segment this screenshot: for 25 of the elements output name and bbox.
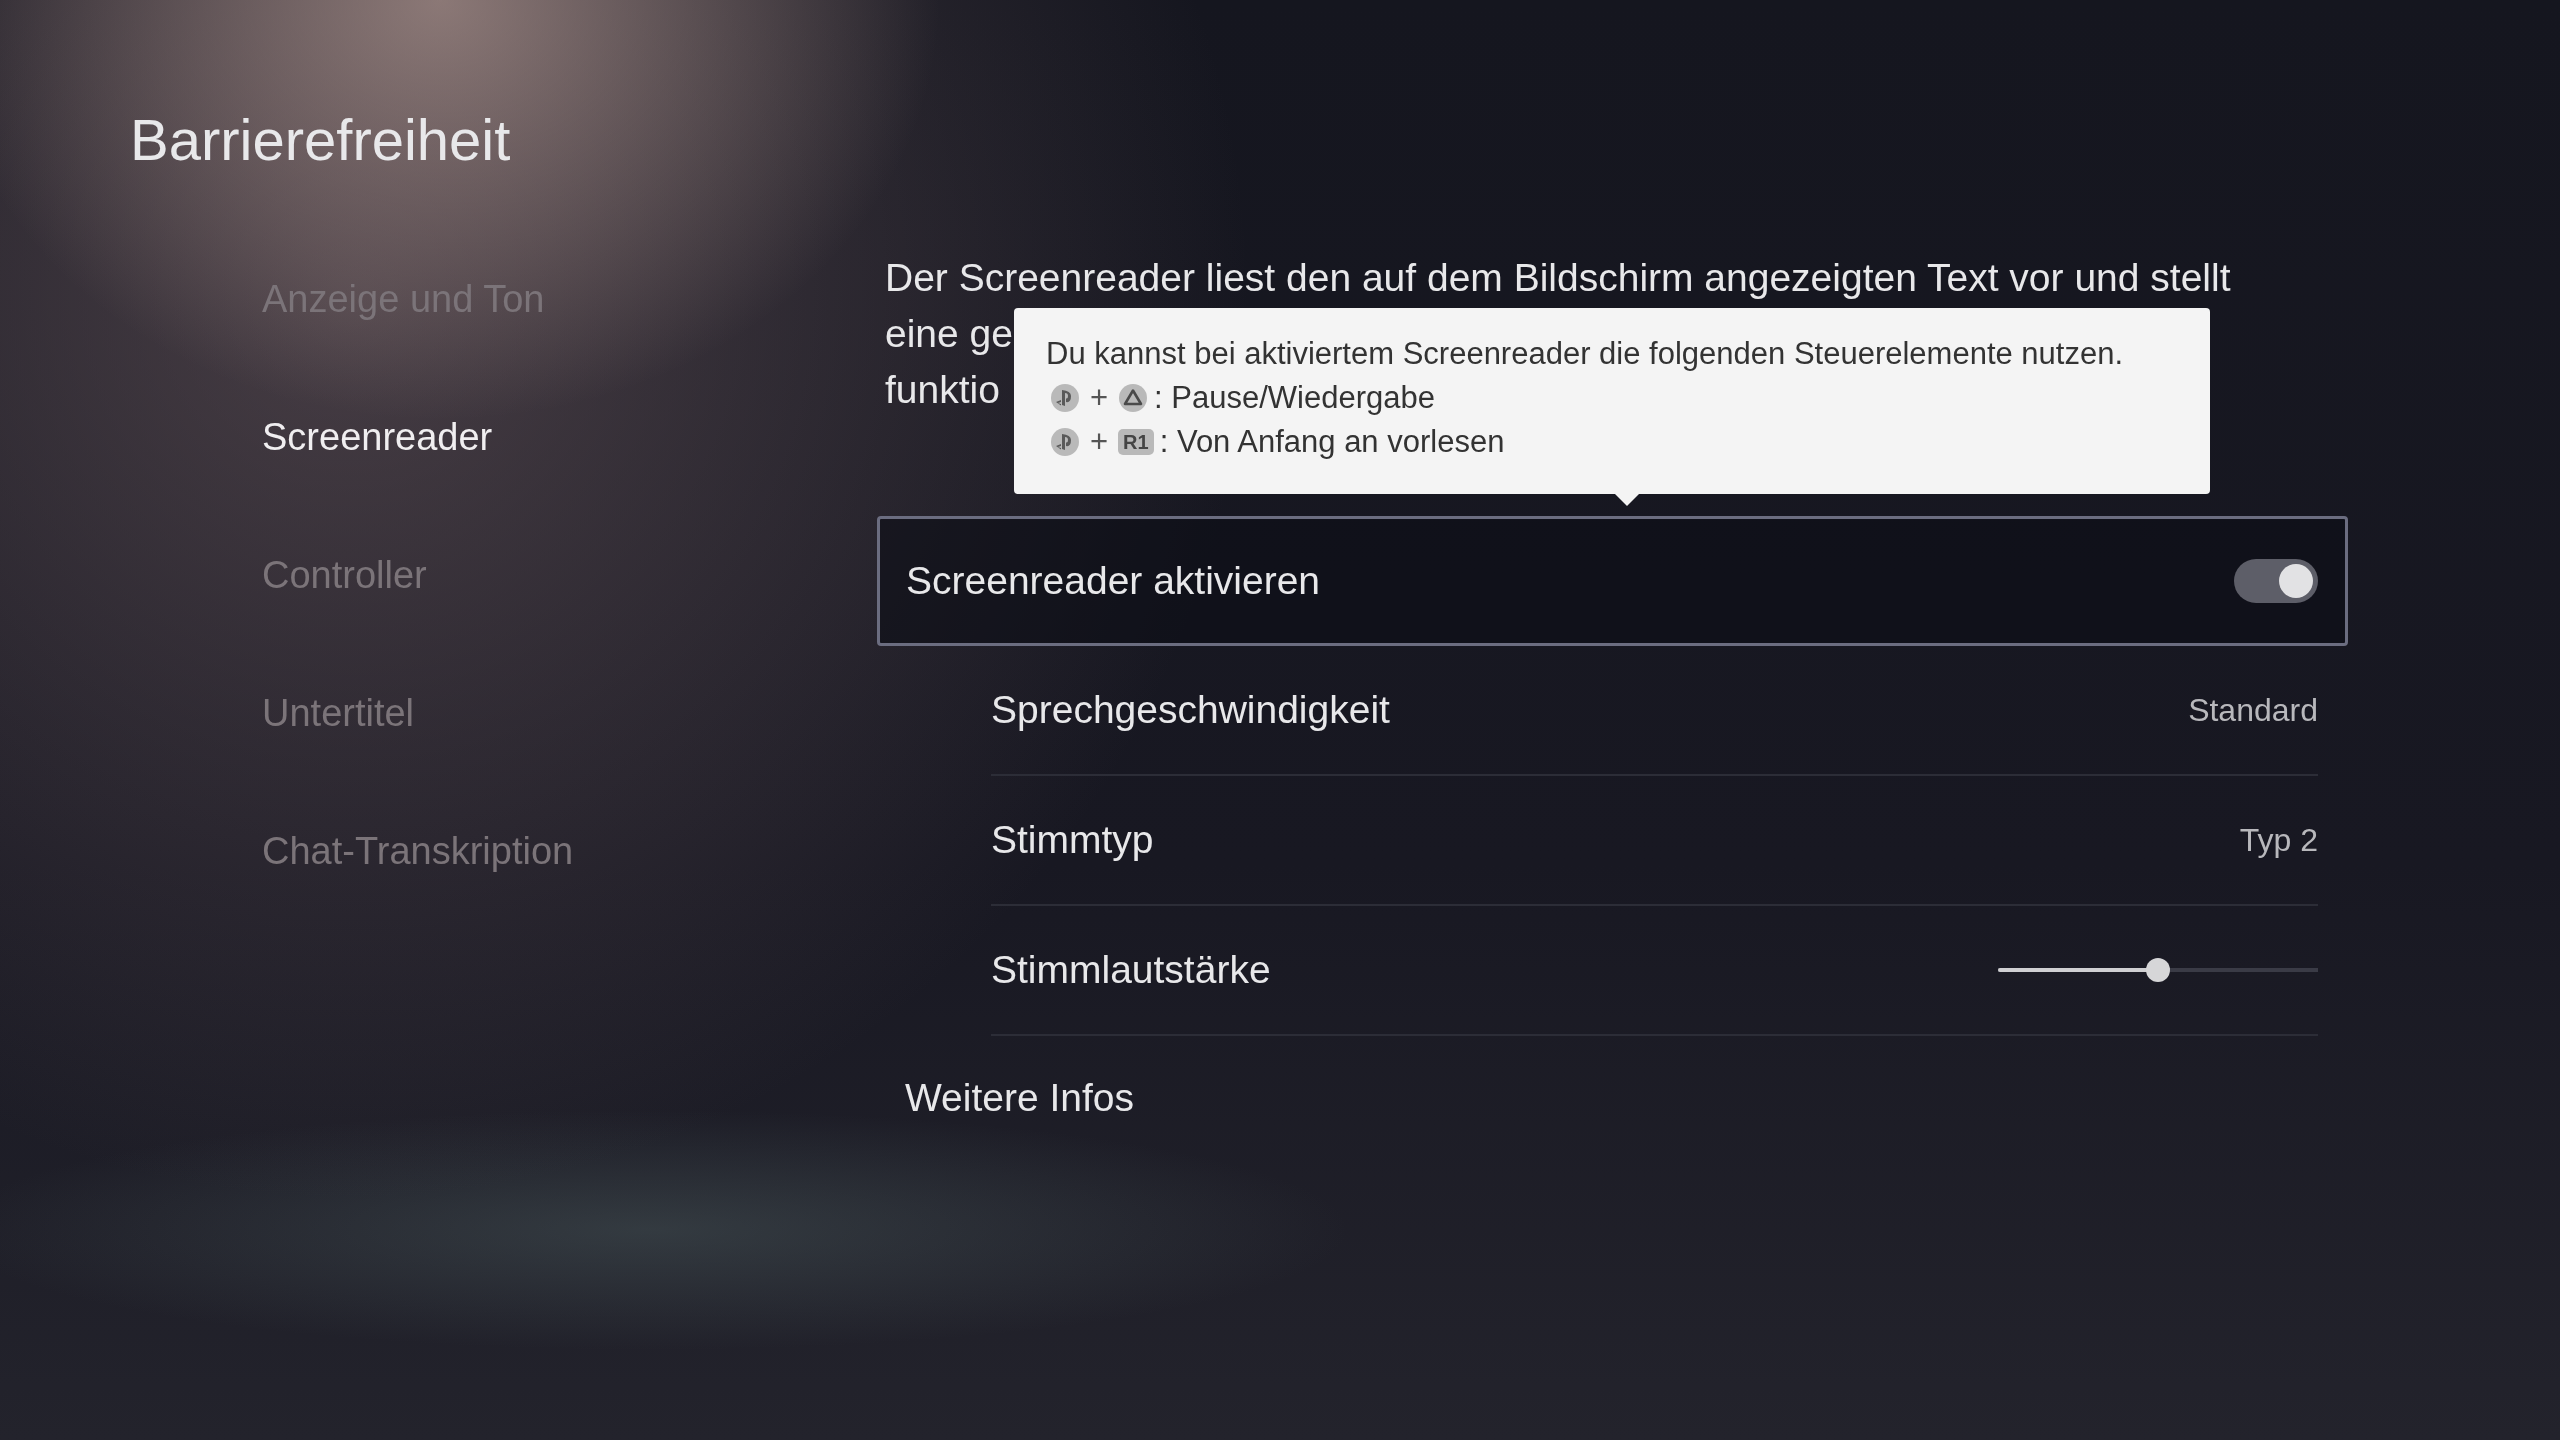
tooltip-action: : Von Anfang an vorlesen bbox=[1159, 423, 1505, 461]
tooltip-action: : Pause/Wiedergabe bbox=[1154, 379, 1435, 417]
setting-label: Stimmtyp bbox=[991, 818, 1154, 862]
more-info-link[interactable]: Weitere Infos bbox=[905, 1076, 1135, 1120]
ps-button-icon bbox=[1050, 427, 1080, 457]
setting-value: Standard bbox=[2188, 691, 2318, 729]
setting-value: Typ 2 bbox=[2239, 821, 2318, 859]
description-text: Der Screenreader liest den auf dem Bildschirm angezeigten Text vor und stellt bbox=[885, 256, 2231, 299]
setting-row[interactable]: Sprechgeschwindigkeit Standard bbox=[991, 646, 2318, 776]
triangle-button-icon bbox=[1118, 383, 1149, 413]
setting-label: Sprechgeschwindigkeit bbox=[991, 688, 1390, 732]
setting-row[interactable]: Screenreader aktivieren bbox=[877, 516, 2348, 646]
setting-label: Screenreader aktivieren bbox=[906, 559, 1321, 603]
description-text: funktio bbox=[885, 368, 1000, 411]
description-text: eine ge bbox=[885, 312, 1013, 355]
page-title: Barrierefreiheit bbox=[130, 106, 511, 174]
toggle-switch[interactable] bbox=[2234, 559, 2318, 603]
plus-sign: + bbox=[1090, 379, 1109, 417]
tooltip-text: Du kannst bei aktiviertem Screenreader die folgenden Steuerelemente nutzen. bbox=[1046, 335, 2124, 373]
ps-button-icon bbox=[1050, 383, 1080, 413]
plus-sign: + bbox=[1090, 423, 1109, 461]
sidebar-item[interactable]: Screenreader bbox=[262, 408, 493, 466]
setting-label: Stimmlautstärke bbox=[991, 948, 1271, 992]
setting-row[interactable]: Stimmlautstärke bbox=[991, 906, 2318, 1036]
setting-row[interactable]: Stimmtyp Typ 2 bbox=[991, 776, 2318, 906]
